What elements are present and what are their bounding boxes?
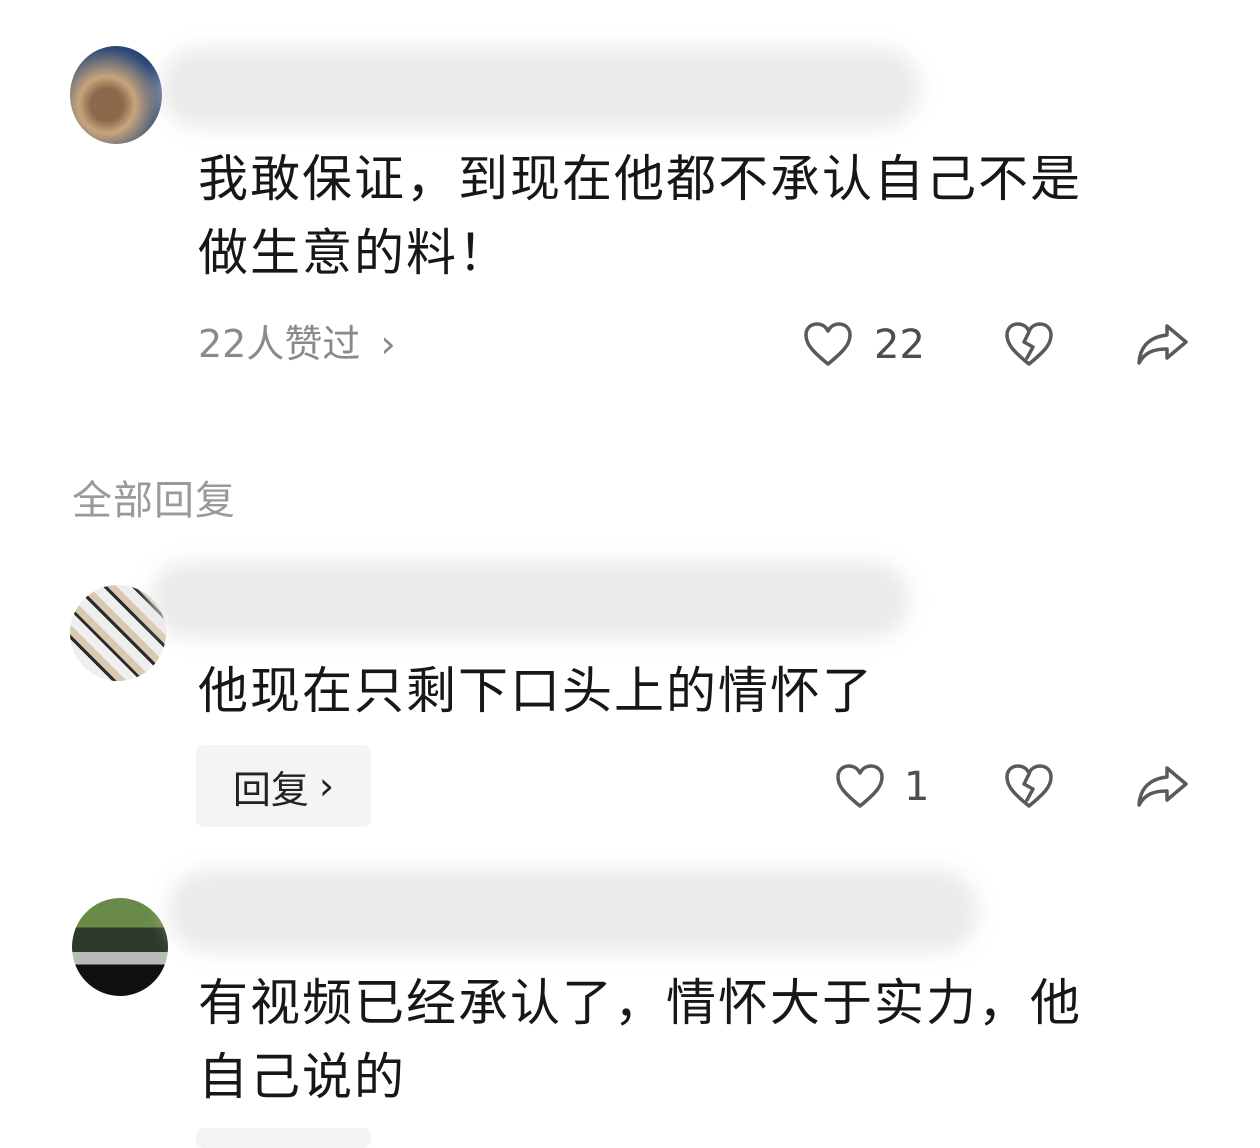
share-icon xyxy=(1137,766,1188,807)
comment-text: 他现在只剩下口头上的情怀了 xyxy=(198,654,1198,728)
like-count: 1 xyxy=(904,764,930,810)
dislike-button[interactable] xyxy=(1003,320,1055,372)
avatar[interactable] xyxy=(72,898,168,996)
dislike-button[interactable] xyxy=(1003,762,1055,814)
broken-heart-icon xyxy=(1005,322,1053,366)
username-redacted xyxy=(160,48,920,128)
username-redacted xyxy=(150,562,910,638)
heart-icon xyxy=(804,322,852,366)
reply-button[interactable] xyxy=(196,1128,371,1148)
comment-text-line: 有视频已经承认了，情怀大于实力，他 xyxy=(198,974,1082,1032)
share-button[interactable] xyxy=(1136,762,1190,814)
share-button[interactable] xyxy=(1136,320,1190,372)
heart-icon xyxy=(836,764,884,808)
username-redacted xyxy=(168,870,978,952)
share-icon xyxy=(1137,324,1188,365)
reply-button[interactable]: 回复 › xyxy=(196,745,371,827)
comment-text: 有视频已经承认了，情怀大于实力，他 自己说的 xyxy=(198,966,1198,1114)
comment-text: 我敢保证，到现在他都不承认自己不是 做生意的料！ xyxy=(198,142,1198,290)
like-count: 22 xyxy=(874,322,925,368)
chevron-right-icon: › xyxy=(380,322,396,366)
comment-text-line: 我敢保证，到现在他都不承认自己不是 xyxy=(198,150,1082,208)
likes-summary-link[interactable]: 22人赞过 › xyxy=(198,325,396,363)
comment-text-line: 自己说的 xyxy=(198,1048,406,1106)
section-label: 全部回复 xyxy=(72,478,236,524)
chevron-right-icon: › xyxy=(318,764,335,808)
reply-button-label: 回复 xyxy=(232,767,309,812)
like-button[interactable] xyxy=(834,762,886,814)
comment-text-line: 做生意的料！ xyxy=(198,224,510,282)
comment-text-line: 他现在只剩下口头上的情怀了 xyxy=(198,662,874,720)
broken-heart-icon xyxy=(1005,764,1053,808)
likes-summary-label: 22人赞过 xyxy=(198,322,361,366)
like-button[interactable] xyxy=(802,320,854,372)
avatar[interactable] xyxy=(70,46,162,144)
